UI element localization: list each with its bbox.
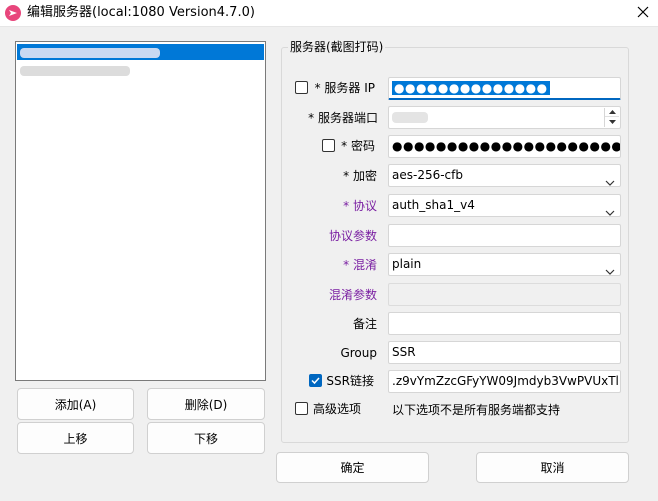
spin-down-icon[interactable] [605,117,619,126]
groupbox-title: 服务器(截图打码) [288,39,386,55]
password-label: * 密码 [341,139,375,153]
obfs-label: * 混淆 [343,258,377,272]
redacted-port [392,112,428,123]
group-label: Group [340,346,377,360]
obfs-param-field [388,283,621,306]
move-down-button[interactable]: 下移 [147,422,265,454]
redacted-server-name [20,65,130,76]
protocol-label: * 协议 [343,199,377,213]
chevron-down-icon [605,202,615,216]
server-ip-field[interactable]: ●●●●●●●●●●●●●● [388,77,621,100]
server-port-label: * 服务器端口 [308,111,378,125]
remarks-label: 备注 [352,317,377,331]
protocol-param-field[interactable] [388,224,621,247]
add-button[interactable]: 添加(A) [17,388,134,420]
password-field[interactable]: ●●●●●●●●●●●●●●●●●●●●●● [388,135,621,158]
remarks-field[interactable] [388,312,621,335]
ok-button[interactable]: 确定 [276,452,429,483]
server-port-field[interactable] [388,106,621,129]
ssr-link-label: SSR链接 [326,374,374,388]
advanced-checkbox[interactable] [295,402,308,415]
spin-up-icon[interactable] [605,108,619,117]
app-logo-icon [5,5,21,21]
encryption-label: * 加密 [343,169,377,183]
list-item[interactable] [17,44,264,60]
window-title: 编辑服务器(local:1080 Version4.7.0) [27,5,255,20]
protocol-param-label: 协议参数 [328,229,377,243]
advanced-note: 以下选项不是所有服务端都支持 [392,403,561,417]
chevron-down-icon [605,261,615,275]
move-up-button[interactable]: 上移 [17,422,134,454]
obfs-param-label: 混淆参数 [328,288,377,302]
advanced-label: 高级选项 [313,402,362,416]
obfs-select[interactable]: plain [388,253,621,276]
chevron-down-icon [605,172,615,186]
title-bar: 编辑服务器(local:1080 Version4.7.0) [0,0,658,27]
port-spinner[interactable] [604,108,619,127]
delete-button[interactable]: 删除(D) [147,388,265,420]
group-field[interactable]: SSR [388,341,621,364]
protocol-select[interactable]: auth_sha1_v4 [388,194,621,217]
redacted-server-name [20,47,160,58]
encryption-select[interactable]: aes-256-cfb [388,164,621,187]
server-ip-label: * 服务器 IP [314,81,375,95]
ssr-link-field[interactable]: .z9vYmZzcGFyYW09Jmdyb3VwPVUxTlM [388,370,621,393]
list-item[interactable] [17,62,264,78]
close-icon [637,6,649,21]
cancel-button[interactable]: 取消 [476,452,629,483]
server-list[interactable] [15,41,266,381]
close-button[interactable] [628,0,658,27]
